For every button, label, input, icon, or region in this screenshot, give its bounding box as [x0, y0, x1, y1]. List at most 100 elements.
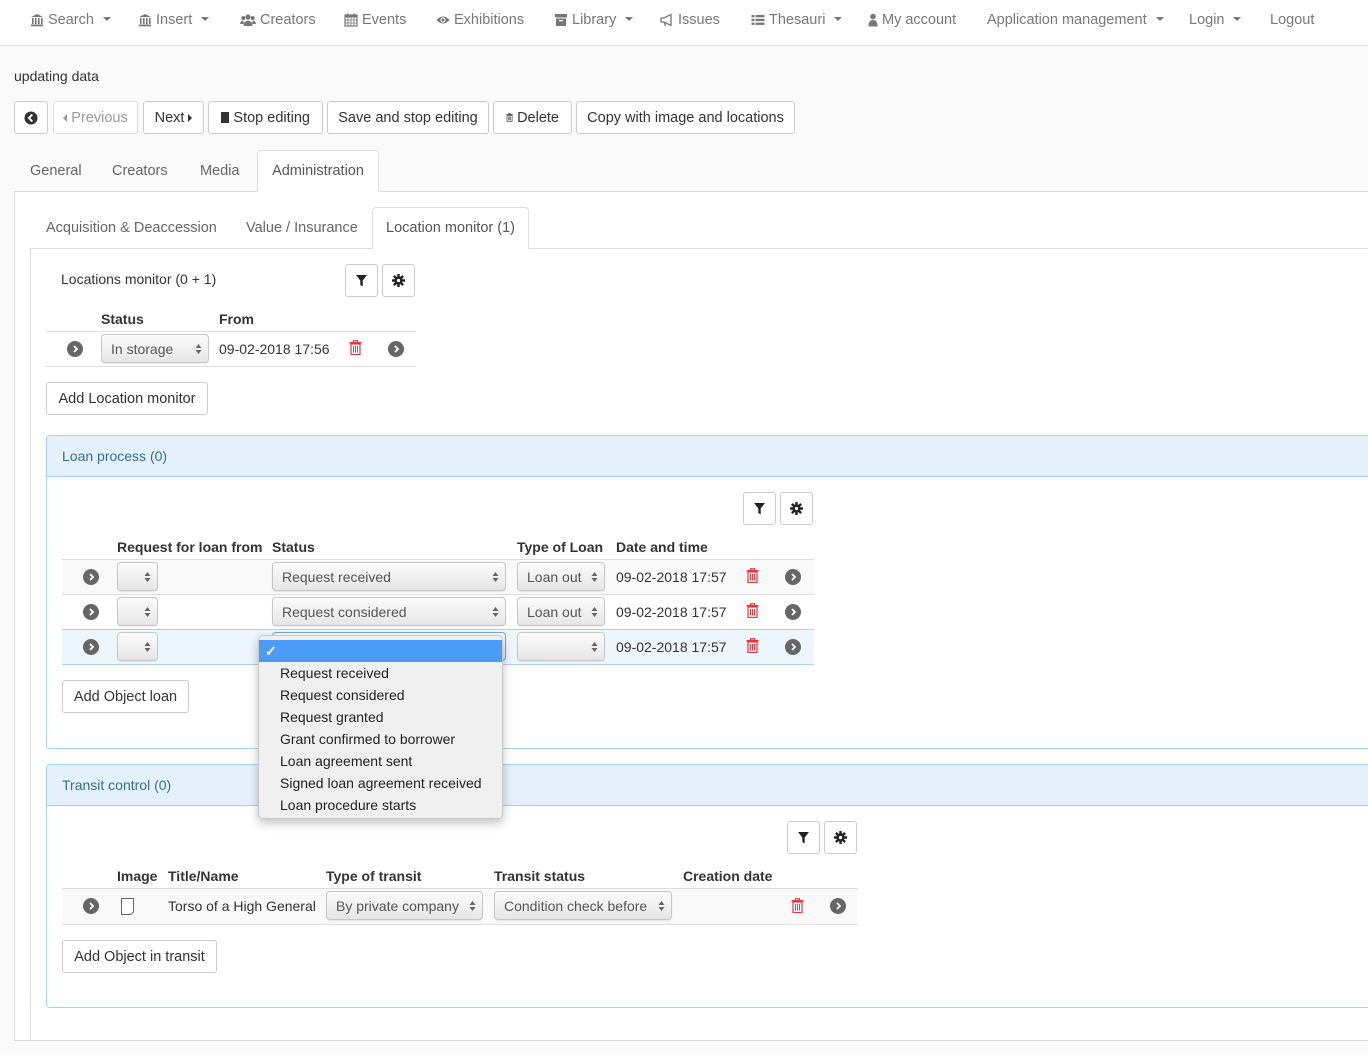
transit-filter-button[interactable] — [787, 821, 820, 854]
row-next-arrow-icon[interactable] — [785, 604, 801, 620]
locations-settings-button[interactable] — [382, 264, 415, 297]
row-open-arrow-icon[interactable] — [83, 604, 99, 620]
loan-type-select[interactable] — [517, 632, 605, 661]
select-arrows-icon — [658, 901, 665, 911]
row-open-arrow-icon[interactable] — [83, 639, 99, 655]
locations-filter-button[interactable] — [345, 264, 378, 297]
delete-button[interactable]: Delete — [493, 101, 572, 134]
location-status-value: In storage — [111, 340, 174, 357]
transit-type-select[interactable]: By private company — [326, 891, 483, 920]
nav-issues-label: Issues — [678, 12, 720, 28]
nav-issues[interactable]: Issues — [660, 12, 720, 28]
previous-button[interactable]: Previous — [53, 101, 138, 134]
delete-row-trash-icon[interactable] — [349, 340, 362, 355]
transit-object-title[interactable]: Torso of a High General — [168, 898, 316, 914]
loan-process-panel-header[interactable]: Loan process (0) — [47, 436, 1368, 477]
nav-login-label: Login — [1189, 12, 1225, 28]
next-button[interactable]: Next — [143, 101, 204, 134]
transit-status-select[interactable]: Condition check before — [494, 891, 672, 920]
users-icon — [240, 14, 256, 26]
nav-exhibitions[interactable]: Exhibitions — [436, 12, 524, 28]
loan-status-select[interactable]: Request considered — [272, 597, 506, 626]
row-next-arrow-icon[interactable] — [830, 898, 846, 914]
add-object-loan-button[interactable]: Add Object loan — [62, 680, 189, 713]
select-arrows-icon — [469, 901, 476, 911]
delete-row-trash-icon[interactable] — [791, 898, 804, 913]
row-divider — [46, 331, 416, 332]
stop-square-icon — [221, 112, 230, 123]
dropdown-option[interactable]: Request received — [259, 662, 502, 684]
nav-my-account[interactable]: My account — [868, 12, 956, 28]
tab-acquisition-deaccession[interactable]: Acquisition & Deaccession — [46, 220, 217, 236]
transit-control-title[interactable]: Transit control (0) — [62, 777, 171, 793]
list-icon — [751, 15, 765, 25]
previous-label: Previous — [71, 109, 128, 126]
select-arrows-icon — [591, 572, 598, 582]
nav-login[interactable]: Login — [1189, 12, 1242, 28]
delete-row-trash-icon[interactable] — [746, 603, 759, 618]
caret-down-icon — [834, 17, 843, 21]
tab-general[interactable]: General — [30, 163, 82, 179]
gear-icon — [392, 274, 405, 287]
nav-creators[interactable]: Creators — [240, 12, 316, 28]
loan-process-title[interactable]: Loan process (0) — [62, 448, 167, 464]
nav-search[interactable]: Search — [30, 12, 111, 28]
dropdown-option[interactable]: Signed loan agreement received — [259, 772, 502, 794]
add-object-in-transit-button[interactable]: Add Object in transit — [62, 940, 217, 973]
delete-row-trash-icon[interactable] — [746, 568, 759, 583]
nav-events[interactable]: Events — [344, 12, 406, 28]
request-from-select[interactable] — [117, 562, 158, 591]
add-location-monitor-button[interactable]: Add Location monitor — [46, 382, 208, 415]
copy-with-image-and-locations-button[interactable]: Copy with image and locations — [576, 101, 795, 134]
dropdown-option[interactable]: Loan procedure starts — [259, 794, 502, 816]
column-header-request-for-loan-from: Request for loan from — [117, 539, 263, 555]
dropdown-option[interactable]: Request considered — [259, 684, 502, 706]
bank-icon — [31, 14, 43, 27]
tab-location-monitor[interactable]: Location monitor (1) — [372, 207, 529, 249]
select-arrows-icon — [591, 607, 598, 617]
back-button[interactable] — [14, 101, 48, 134]
loan-type-select[interactable]: Loan out — [517, 597, 605, 626]
dropdown-option[interactable]: Request granted — [259, 706, 502, 728]
nav-logout[interactable]: Logout — [1270, 12, 1314, 28]
row-open-arrow-icon[interactable] — [83, 898, 99, 914]
dropdown-option-empty-selected[interactable]: ✓ — [259, 640, 502, 662]
loan-status-select[interactable]: Request received — [272, 562, 506, 591]
nav-creators-label: Creators — [260, 12, 316, 28]
location-status-select[interactable]: In storage — [101, 334, 209, 363]
stop-editing-button[interactable]: Stop editing — [208, 101, 323, 134]
tab-value-insurance[interactable]: Value / Insurance — [246, 220, 358, 236]
tab-media[interactable]: Media — [200, 163, 240, 179]
nav-library[interactable]: Library — [554, 12, 634, 28]
dropdown-option[interactable]: Grant confirmed to borrower — [259, 728, 502, 750]
transit-status-value: Condition check before — [504, 897, 648, 914]
row-open-arrow-icon[interactable] — [67, 341, 83, 357]
request-from-select[interactable] — [117, 632, 158, 661]
row-divider — [62, 924, 858, 925]
bank-icon — [139, 14, 151, 27]
save-and-stop-editing-button[interactable]: Save and stop editing — [327, 101, 489, 134]
row-open-arrow-icon[interactable] — [83, 569, 99, 585]
delete-row-trash-icon[interactable] — [746, 638, 759, 653]
loan-filter-button[interactable] — [743, 492, 776, 525]
nav-insert[interactable]: Insert — [138, 12, 210, 28]
transit-control-panel-header[interactable]: Transit control (0) — [47, 765, 1368, 806]
transit-settings-button[interactable] — [824, 821, 857, 854]
row-divider — [62, 594, 814, 595]
request-from-select[interactable] — [117, 597, 158, 626]
column-header-title-name: Title/Name — [168, 868, 239, 884]
tab-administration[interactable]: Administration — [257, 150, 379, 192]
nav-my-account-label: My account — [882, 12, 957, 28]
row-next-arrow-icon[interactable] — [785, 569, 801, 585]
row-next-arrow-icon[interactable] — [785, 639, 801, 655]
nav-library-label: Library — [572, 12, 617, 28]
tab-creators[interactable]: Creators — [112, 163, 168, 179]
row-next-arrow-icon[interactable] — [388, 341, 404, 357]
loan-type-select[interactable]: Loan out — [517, 562, 605, 591]
nav-application-management[interactable]: Application management — [987, 12, 1164, 28]
nav-thesauri[interactable]: Thesauri — [751, 12, 843, 28]
dropdown-option[interactable]: Loan agreement sent — [259, 750, 502, 772]
loan-datetime: 09-02-2018 17:57 — [616, 639, 727, 655]
nav-exhibitions-label: Exhibitions — [454, 12, 525, 28]
loan-settings-button[interactable] — [780, 492, 813, 525]
